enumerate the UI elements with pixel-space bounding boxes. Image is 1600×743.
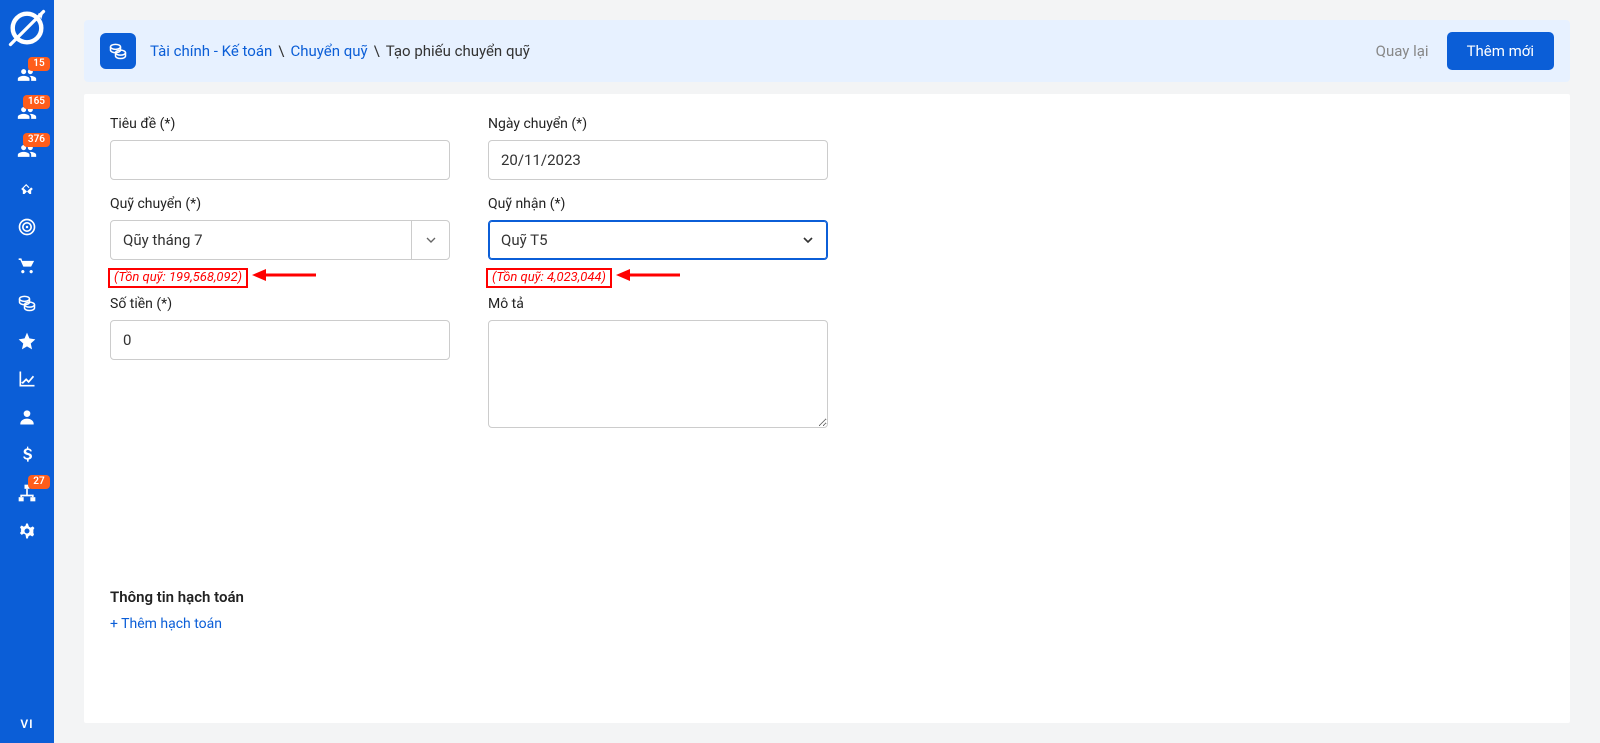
from-fund-value: Qũy tháng 7 <box>111 221 411 259</box>
badge: 376 <box>23 133 50 147</box>
transfer-date-input[interactable] <box>488 140 828 180</box>
nav-coins[interactable] <box>0 284 54 322</box>
page-header: Tài chính - Kế toán \ Chuyển quỹ \ Tạo p… <box>84 20 1570 82</box>
coins-icon <box>17 293 37 313</box>
nav-chart[interactable] <box>0 360 54 398</box>
cart-icon <box>17 255 37 275</box>
description-label: Mô tả <box>488 296 828 312</box>
to-fund-value: Quỹ T5 <box>489 221 789 259</box>
nav-handshake[interactable] <box>0 170 54 208</box>
user-icon <box>17 407 37 427</box>
chart-icon <box>17 369 37 389</box>
arrow-left-icon <box>252 266 316 284</box>
nav-org[interactable]: 27 <box>0 474 54 512</box>
badge: 15 <box>28 57 50 71</box>
crumb-current: Tạo phiếu chuyển quỹ <box>386 42 530 60</box>
from-fund-label: Quỹ chuyển (*) <box>110 196 450 212</box>
coins-icon <box>108 41 128 61</box>
transfer-date-label: Ngày chuyển (*) <box>488 116 828 132</box>
add-new-button[interactable]: Thêm mới <box>1447 32 1554 70</box>
back-link[interactable]: Quay lại <box>1376 42 1429 60</box>
crumb-parent[interactable]: Chuyển quỹ <box>290 42 367 60</box>
from-fund-balance-hint: (Tồn quỹ: 199,568,092) <box>110 270 246 286</box>
crumb-sep: \ <box>278 42 284 60</box>
handshake-icon <box>17 179 37 199</box>
to-fund-label: Quỹ nhận (*) <box>488 196 828 212</box>
logo-icon <box>5 6 49 50</box>
nav-cart[interactable] <box>0 246 54 284</box>
arrow-left-icon <box>616 266 680 284</box>
description-textarea[interactable] <box>488 320 828 428</box>
amount-label: Số tiền (*) <box>110 296 450 312</box>
app-logo[interactable] <box>5 6 49 50</box>
chevron-down-icon <box>800 232 816 248</box>
accounting-section-title: Thông tin hạch toán <box>110 588 1544 606</box>
language-switch[interactable]: VI <box>0 717 54 731</box>
nav-people-3[interactable]: 376 <box>0 132 54 170</box>
main-content: Tài chính - Kế toán \ Chuyển quỹ \ Tạo p… <box>54 0 1600 743</box>
dollar-icon <box>17 445 37 465</box>
nav-people-1[interactable]: 15 <box>0 56 54 94</box>
nav-people-2[interactable]: 165 <box>0 94 54 132</box>
badge: 27 <box>28 475 50 489</box>
target-icon <box>17 217 37 237</box>
nav-dollar[interactable] <box>0 436 54 474</box>
breadcrumb: Tài chính - Kế toán \ Chuyển quỹ \ Tạo p… <box>150 42 530 60</box>
to-fund-balance-hint: (Tồn quỹ: 4,023,044) <box>488 270 610 286</box>
select-caret <box>411 221 449 259</box>
chevron-down-icon <box>423 232 439 248</box>
gear-icon <box>17 521 37 541</box>
title-label: Tiêu đề (*) <box>110 116 450 132</box>
nav-target[interactable] <box>0 208 54 246</box>
header-module-icon-box <box>100 33 136 69</box>
nav-settings[interactable] <box>0 512 54 550</box>
select-caret <box>789 221 827 259</box>
crumb-module[interactable]: Tài chính - Kế toán <box>150 42 272 60</box>
title-input[interactable] <box>110 140 450 180</box>
add-accounting-link[interactable]: + Thêm hạch toán <box>110 616 1544 632</box>
nav-user[interactable] <box>0 398 54 436</box>
from-fund-select[interactable]: Qũy tháng 7 <box>110 220 450 260</box>
crumb-sep: \ <box>374 42 380 60</box>
form-panel: Tiêu đề (*) Ngày chuyển (*) Quỹ chuyển (… <box>84 94 1570 723</box>
amount-input[interactable] <box>110 320 450 360</box>
star-icon <box>17 331 37 351</box>
sidebar: 15 165 376 27 VI <box>0 0 54 743</box>
to-fund-select[interactable]: Quỹ T5 <box>488 220 828 260</box>
nav-star[interactable] <box>0 322 54 360</box>
badge: 165 <box>23 95 50 109</box>
